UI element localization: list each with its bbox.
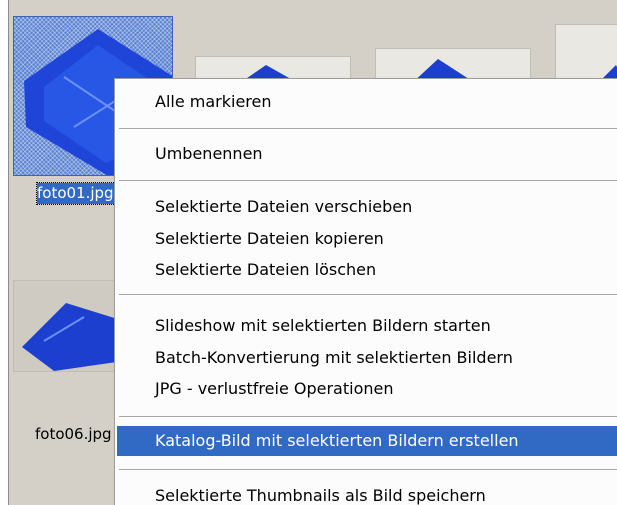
menu-separator (119, 294, 617, 296)
menu-item-create-catalog-image[interactable]: Katalog-Bild mit selektierten Bildern er… (117, 426, 617, 456)
menu-item-jpg-lossless[interactable]: JPG - verlustfreie Operationen (117, 374, 617, 404)
thumbnail-image[interactable] (13, 280, 123, 372)
menu-item-batch-conversion[interactable]: Batch-Konvertierung mit selektierten Bil… (117, 343, 617, 373)
menu-item-select-all[interactable]: Alle markieren (117, 87, 617, 117)
menu-item-start-slideshow[interactable]: Slideshow mit selektierten Bildern start… (117, 311, 617, 341)
menu-item-delete-files[interactable]: Selektierte Dateien löschen (117, 255, 617, 285)
menu-separator (119, 416, 617, 418)
menu-separator (119, 469, 617, 471)
menu-item-move-files[interactable]: Selektierte Dateien verschieben (117, 192, 617, 222)
menu-item-copy-files[interactable]: Selektierte Dateien kopieren (117, 224, 617, 254)
blue-cloth-photo (14, 281, 122, 371)
menu-item-save-thumbnails[interactable]: Selektierte Thumbnails als Bild speicher… (117, 481, 617, 505)
menu-item-rename[interactable]: Umbenennen (117, 139, 617, 169)
menu-separator (119, 180, 617, 182)
thumbnail-caption[interactable]: foto06.jpg (35, 424, 119, 445)
context-menu: Alle markieren Umbenennen Selektierte Da… (114, 78, 617, 505)
thumbnail-caption[interactable]: foto01.jpg (36, 182, 124, 205)
menu-separator (119, 128, 617, 130)
